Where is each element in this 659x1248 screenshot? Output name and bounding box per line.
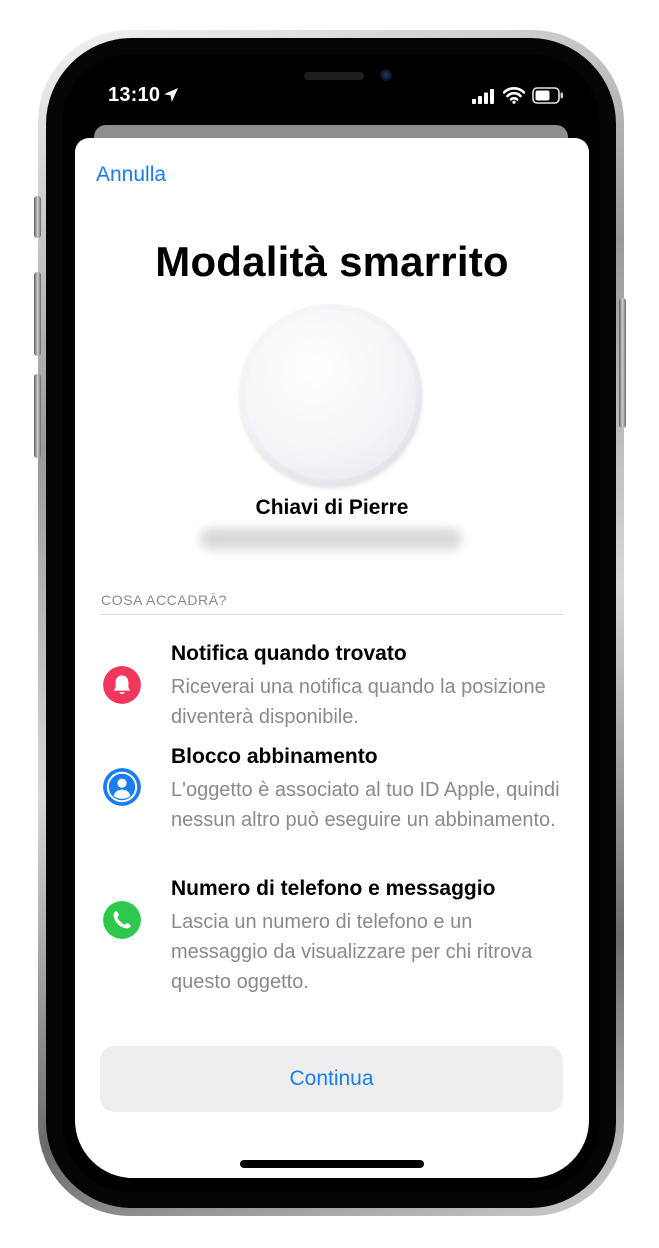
battery-icon bbox=[532, 87, 563, 104]
airtag-icon bbox=[240, 304, 422, 486]
feature-title: Notifica quando trovato bbox=[171, 642, 407, 665]
page-title: Modalità smarrito bbox=[155, 238, 509, 285]
continue-button[interactable]: Continua bbox=[100, 1046, 563, 1112]
status-time: 13:10 bbox=[108, 84, 161, 106]
cellular-signal-icon bbox=[472, 89, 494, 104]
section-divider bbox=[100, 614, 563, 615]
volume-down-button bbox=[34, 374, 41, 458]
power-button bbox=[619, 298, 626, 428]
feature-pairing-lock: Blocco abbinamento L'oggetto è associato… bbox=[100, 745, 563, 865]
person-icon bbox=[103, 768, 141, 806]
location-arrow-icon bbox=[164, 88, 178, 102]
airtag-surface bbox=[246, 310, 416, 480]
feature-description: Lascia un numero di telefono e un messag… bbox=[171, 911, 533, 993]
item-name: Chiavi di Pierre bbox=[255, 496, 409, 519]
mute-switch bbox=[34, 196, 41, 238]
section-header: COSA ACCADRÀ? bbox=[101, 592, 228, 608]
earpiece-speaker bbox=[304, 72, 364, 80]
volume-up-button bbox=[34, 272, 41, 356]
front-camera bbox=[380, 69, 392, 81]
feature-notify-when-found: Notifica quando trovato Riceverai una no… bbox=[100, 642, 563, 732]
bell-icon bbox=[103, 666, 141, 704]
feature-phone-and-message: Numero di telefono e messaggio Lascia un… bbox=[100, 877, 563, 997]
feature-description: Riceverai una notifica quando la posizio… bbox=[171, 676, 546, 728]
wifi-icon bbox=[503, 87, 525, 104]
feature-description: L'oggetto è associato al tuo ID Apple, q… bbox=[171, 779, 560, 831]
phone-icon bbox=[103, 901, 141, 939]
feature-title: Numero di telefono e messaggio bbox=[171, 877, 496, 900]
cancel-button[interactable]: Annulla bbox=[96, 163, 166, 187]
redacted-email bbox=[200, 528, 462, 550]
home-indicator[interactable] bbox=[240, 1160, 424, 1168]
feature-title: Blocco abbinamento bbox=[171, 745, 378, 768]
